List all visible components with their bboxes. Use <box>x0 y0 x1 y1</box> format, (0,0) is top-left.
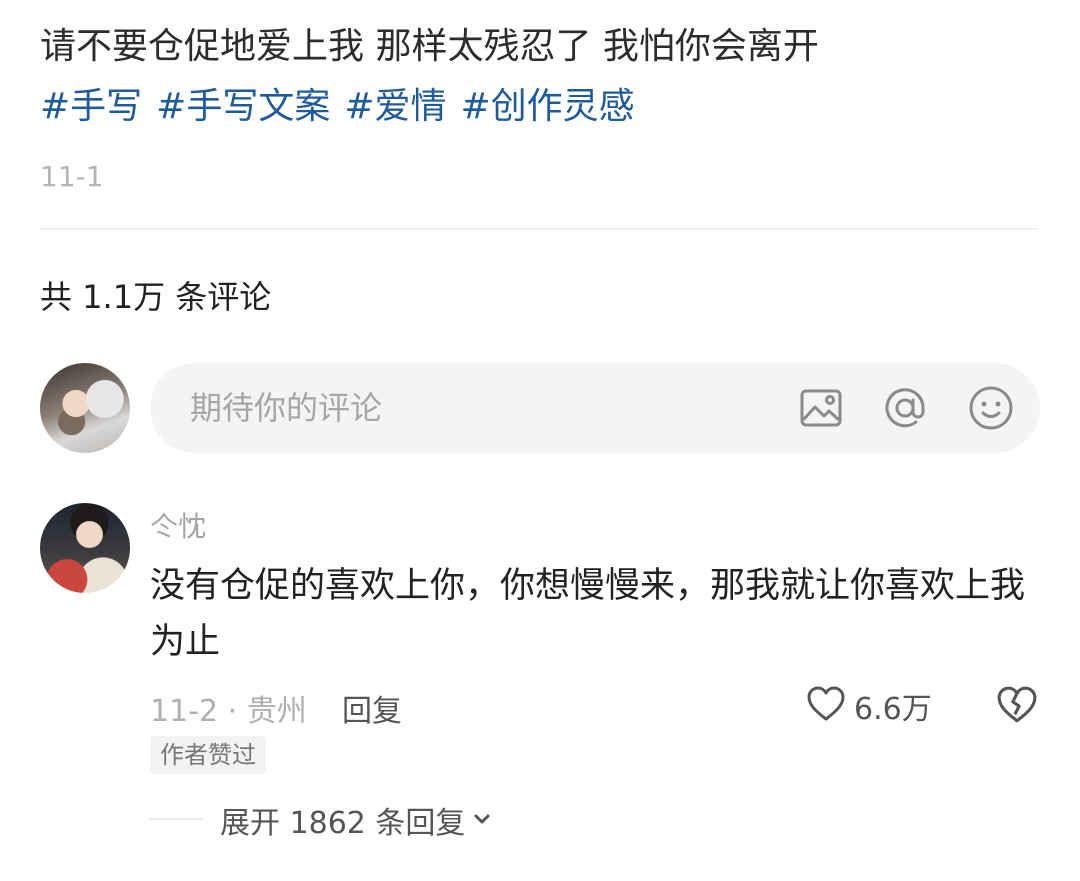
emoji-icon[interactable] <box>968 385 1014 431</box>
post-text: 请不要仓促地爱上我 那样太残忍了 我怕你会离开 <box>40 26 819 67</box>
tag-handwriting[interactable]: #手写 <box>40 86 142 127</box>
reply-button[interactable]: 回复 <box>342 686 402 730</box>
tag-handwriting-copy[interactable]: #手写文案 <box>156 86 330 127</box>
expand-divider <box>150 818 202 820</box>
like-button[interactable]: 6.6万 <box>806 684 932 728</box>
current-user-avatar[interactable] <box>40 363 130 453</box>
author-liked-badge: 作者赞过 <box>150 736 266 774</box>
comment-author[interactable]: 仒忱 <box>150 505 206 545</box>
post-date: 11-1 <box>40 160 104 193</box>
comment-input-bar[interactable] <box>150 363 1040 453</box>
broken-heart-icon[interactable] <box>996 684 1038 726</box>
comment-meta: 11-2 · 贵州 <box>150 694 307 729</box>
divider <box>40 228 1038 230</box>
post-detail-page: 请不要仓促地爱上我 那样太残忍了 我怕你会离开 #手写 #手写文案 #爱情 #创作灵感… <box>0 0 1080 881</box>
heart-icon <box>806 684 846 728</box>
commenter-avatar[interactable] <box>40 503 130 593</box>
tag-love[interactable]: #爱情 <box>344 86 446 127</box>
chevron-down-icon <box>471 803 493 838</box>
image-icon[interactable] <box>798 385 844 431</box>
tag-creative-inspiration[interactable]: #创作灵感 <box>461 86 635 127</box>
comment-count: 共 1.1万 条评论 <box>40 278 272 316</box>
post-tags: #手写 #手写文案 #爱情 #创作灵感 <box>40 82 649 132</box>
comment-input[interactable] <box>190 363 750 453</box>
at-icon[interactable] <box>882 385 928 431</box>
like-count: 6.6万 <box>854 692 932 727</box>
expand-replies-label: 展开 1862 条回复 <box>220 806 466 841</box>
expand-replies-button[interactable]: 展开 1862 条回复 <box>220 798 493 842</box>
comment-text: 没有仓促的喜欢上你，你想慢慢来，那我就让你喜欢上我为止 <box>150 566 1026 662</box>
